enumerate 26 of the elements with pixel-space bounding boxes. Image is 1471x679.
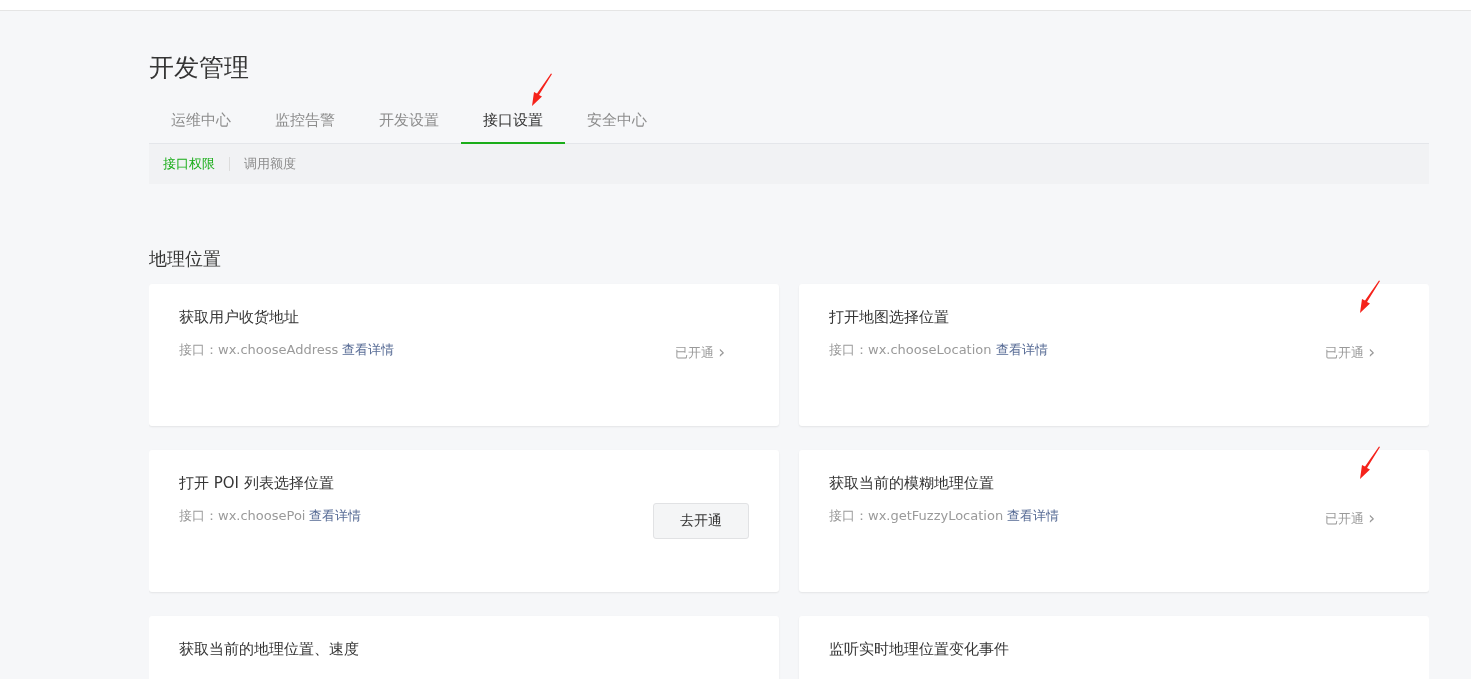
details-link[interactable]: 查看详情: [309, 506, 362, 526]
details-link[interactable]: 查看详情: [995, 340, 1048, 360]
api-title: 打开 POI 列表选择位置: [179, 472, 335, 494]
interface-name: 接口：wx.getFuzzyLocation: [829, 507, 1004, 525]
interface-name: 接口：wx.chooseLocation: [829, 341, 992, 359]
enable-button[interactable]: 去开通: [653, 502, 749, 539]
nav-tab[interactable]: 运维中心: [149, 105, 253, 144]
api-title: 监听实时地理位置变化事件: [829, 638, 1009, 660]
page-title: 开发管理: [149, 52, 250, 84]
status-link[interactable]: 已开通 ›: [675, 342, 725, 362]
sub-tab[interactable]: 接口权限: [163, 153, 229, 174]
status-link[interactable]: 已开通 ›: [1325, 508, 1375, 528]
nav-tab[interactable]: 开发设置: [357, 105, 461, 144]
api-title: 打开地图选择位置: [829, 306, 950, 328]
nav-tab[interactable]: 安全中心: [565, 105, 669, 144]
api-title: 获取当前的地理位置、速度: [179, 638, 359, 660]
sub-tab[interactable]: 调用额度: [230, 153, 310, 174]
details-link[interactable]: 查看详情: [342, 340, 395, 360]
interface-name: 接口：wx.choosePoi: [179, 507, 306, 525]
interface-name: 接口：wx.chooseAddress: [179, 341, 339, 359]
api-title: 获取当前的模糊地理位置: [829, 472, 995, 494]
status-link[interactable]: 已开通 ›: [1325, 342, 1375, 362]
nav-tab[interactable]: 监控告警: [253, 105, 357, 144]
api-title: 获取用户收货地址: [179, 306, 300, 328]
section-title: 地理位置: [149, 246, 222, 271]
details-link[interactable]: 查看详情: [1007, 506, 1060, 526]
